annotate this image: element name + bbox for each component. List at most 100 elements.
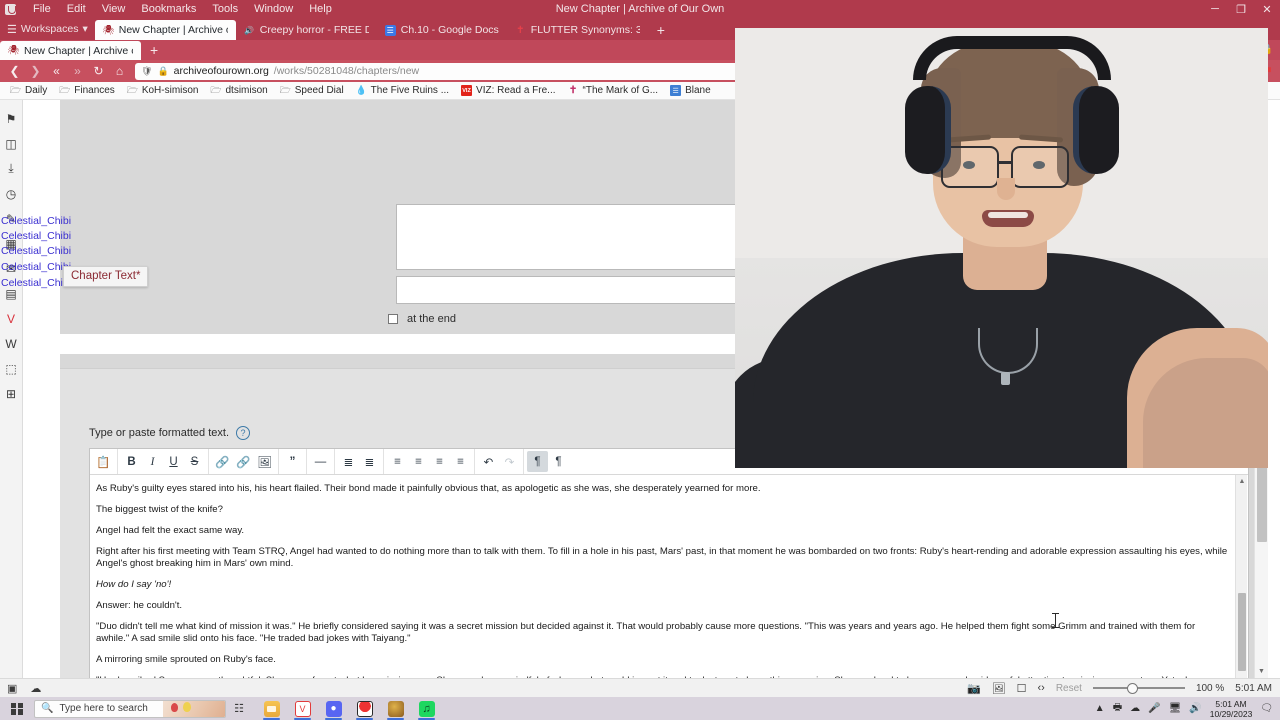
underline-button[interactable]: U	[163, 451, 184, 472]
zoom-slider[interactable]	[1092, 682, 1185, 695]
menu-tools[interactable]: Tools	[204, 0, 246, 18]
bookmark-daily[interactable]: 🗁 Daily	[4, 83, 53, 99]
code-icon[interactable]: ‹›	[1037, 682, 1044, 694]
network-icon[interactable]: 🖥	[1169, 703, 1182, 714]
cloud-icon[interactable]: ☁	[30, 682, 41, 695]
justify-button[interactable]: ≡	[450, 451, 471, 472]
close-button[interactable]: ✕	[1254, 0, 1280, 18]
minimize-button[interactable]: ─	[1202, 0, 1228, 18]
scroll-down-icon[interactable]: ▼	[1255, 665, 1268, 678]
redo-button[interactable]: ↷	[499, 451, 520, 472]
rtl-button[interactable]: ¶	[548, 451, 569, 472]
microphone-icon[interactable]: 🎤	[1148, 703, 1160, 714]
align-right-button[interactable]: ≡	[429, 451, 450, 472]
image-button[interactable]: 🖼	[254, 451, 275, 472]
ltr-button[interactable]: ¶	[527, 451, 548, 472]
camera-icon[interactable]: 📷	[967, 682, 981, 695]
menu-window[interactable]: Window	[246, 0, 301, 18]
numbered-list-button[interactable]: ≣	[359, 451, 380, 472]
bookmarks-panel-icon[interactable]: ⚑	[0, 106, 22, 131]
maximize-button[interactable]: ❐	[1228, 0, 1254, 18]
taskbar-vivaldi[interactable]: V	[287, 697, 318, 720]
taskbar-spotify[interactable]: ♫	[411, 697, 442, 720]
taskbar-game[interactable]	[380, 697, 411, 720]
chevron-up-icon[interactable]: ▲	[1095, 703, 1105, 714]
question-mark-icon[interactable]: ?	[236, 426, 251, 440]
scroll-up-icon[interactable]: ▲	[1236, 475, 1248, 487]
tab-new-chapter[interactable]: 🕷 New Chapter | Archive of O	[94, 20, 236, 40]
forward-button[interactable]: ❯	[25, 61, 46, 81]
panel-toggle-icon[interactable]: ▣	[7, 682, 17, 695]
editor-scrollbar-thumb[interactable]	[1238, 593, 1246, 671]
bookmark-speed-dial[interactable]: 🗁 Speed Dial	[274, 83, 350, 99]
vivaldi-logo-icon[interactable]	[5, 3, 16, 15]
fastforward-button[interactable]: »	[67, 61, 88, 81]
notification-icon[interactable]: 🗨	[1260, 703, 1273, 714]
workspaces-button[interactable]: ☰ Workspaces ▾	[0, 18, 95, 40]
padlock-icon[interactable]: 🔒	[157, 66, 168, 77]
horizontal-rule-button[interactable]: —	[310, 451, 331, 472]
task-view-icon[interactable]: ☷	[226, 697, 252, 720]
search-input[interactable]: 🔍 Type here to search	[34, 699, 226, 718]
at-the-end-row[interactable]: at the end	[388, 313, 456, 325]
link-button[interactable]: 🔗	[212, 451, 233, 472]
downloads-panel-icon[interactable]: ⤓	[0, 156, 22, 181]
align-center-button[interactable]: ≡	[408, 451, 429, 472]
menu-file[interactable]: File	[25, 0, 59, 18]
image-icon[interactable]: 🖼	[992, 682, 1006, 695]
tab-flutter-synonyms[interactable]: ✝ FLUTTER Synonyms: 33 Syn	[507, 20, 648, 40]
stack-tab-new-chapter[interactable]: 🕷 New Chapter | Archive of O	[0, 41, 141, 60]
taskbar-discord[interactable]: ●	[318, 697, 349, 720]
menu-edit[interactable]: Edit	[59, 0, 94, 18]
autofill-item[interactable]: Celestial_Chibi	[1, 229, 71, 245]
tab-creepy-horror[interactable]: 🔊 Creepy horror - FREE DRAM	[236, 20, 377, 40]
menu-bookmarks[interactable]: Bookmarks	[133, 0, 204, 18]
menu-help[interactable]: Help	[301, 0, 340, 18]
align-left-button[interactable]: ≡	[387, 451, 408, 472]
windows-start-icon[interactable]	[0, 697, 34, 720]
cloud-icon[interactable]: ☁	[1130, 703, 1140, 714]
bookmark-blane[interactable]: ☰ Blane	[664, 83, 717, 99]
rewind-button[interactable]: «	[46, 61, 67, 81]
italic-button[interactable]: I	[142, 451, 163, 472]
zoom-reset-button[interactable]: Reset	[1056, 683, 1082, 694]
editor-body[interactable]: As Ruby's guilty eyes stared into his, h…	[90, 474, 1235, 678]
zoom-slider-knob[interactable]	[1126, 682, 1138, 694]
autofill-item[interactable]: Celestial_Chibi	[1, 260, 71, 276]
editor-scrollbar[interactable]: ▲ ▼	[1235, 475, 1247, 678]
vivaldi-web-panel-icon[interactable]: V	[0, 306, 22, 331]
bookmark-five-ruins[interactable]: 💧 The Five Ruins ...	[350, 83, 455, 99]
bookmark-koh-simison[interactable]: 🗁 KoH-simison	[121, 83, 205, 99]
history-panel-icon[interactable]: ◷	[0, 181, 22, 206]
at-the-end-checkbox[interactable]	[388, 314, 398, 324]
bookmark-finances[interactable]: 🗁 Finances	[53, 83, 121, 99]
unlink-button[interactable]: 🔗	[233, 451, 254, 472]
autofill-item[interactable]: Celestial_Chibi	[1, 244, 71, 260]
volume-icon[interactable]: 🔊	[1189, 703, 1201, 714]
reading-list-panel-icon[interactable]: ◫	[0, 131, 22, 156]
reload-button[interactable]: ↻	[88, 61, 109, 81]
undo-button[interactable]: ↶	[478, 451, 499, 472]
tab-google-docs[interactable]: ☰ Ch.10 - Google Docs	[377, 20, 507, 40]
wikipedia-web-panel-icon[interactable]: W	[0, 331, 22, 356]
new-tab-button[interactable]: +	[648, 20, 674, 40]
menu-view[interactable]: View	[94, 0, 134, 18]
rich-text-editor[interactable]: 📋 B I U S 🔗 🔗 🖼 ” — ≣ ≣ ≡ ≡ ≡ ≡ ↶ ↷ ¶ ¶ …	[89, 448, 1249, 678]
shield-icon[interactable]: 🛡	[141, 66, 152, 77]
bookmark-dtsimison[interactable]: 🗁 dtsimison	[205, 83, 274, 99]
bookmark-viz[interactable]: VIZ VIZ: Read a Fre...	[455, 83, 561, 99]
strikethrough-button[interactable]: S	[184, 451, 205, 472]
home-button[interactable]: ⌂	[109, 61, 130, 81]
autofill-item[interactable]: Celestial_Chibi	[1, 276, 71, 292]
taskbar-pokemon[interactable]	[349, 697, 380, 720]
blockquote-button[interactable]: ”	[282, 451, 303, 472]
autofill-item[interactable]: Celestial_Chibi	[1, 214, 71, 230]
taskbar-file-explorer[interactable]	[256, 697, 287, 720]
printer-icon[interactable]: 🖶	[1113, 700, 1122, 717]
bookmark-mark-of-g[interactable]: ✝ “The Mark of G...	[562, 83, 665, 99]
tray-clock[interactable]: 5:01 AM 10/29/2023	[1210, 699, 1253, 719]
back-button[interactable]: ❮	[4, 61, 25, 81]
paste-button[interactable]: 📋	[93, 451, 114, 472]
add-web-panel-icon[interactable]: ⊞	[0, 381, 22, 406]
tile-icon[interactable]: ☐	[1017, 682, 1027, 695]
